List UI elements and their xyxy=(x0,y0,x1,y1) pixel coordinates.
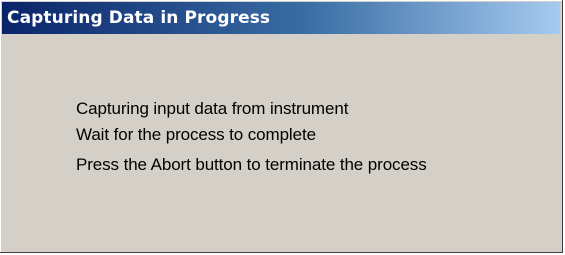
capture-progress-dialog: Capturing Data in Progress Capturing inp… xyxy=(0,0,563,253)
title-bar[interactable]: Capturing Data in Progress xyxy=(2,2,560,34)
window-title: Capturing Data in Progress xyxy=(7,8,271,28)
status-message-abort-hint: Press the Abort button to terminate the … xyxy=(76,155,427,174)
message-area: Capturing input data from instrument Wai… xyxy=(76,96,552,178)
status-message-capturing: Capturing input data from instrument xyxy=(76,99,349,118)
status-message-wait: Wait for the process to complete xyxy=(76,125,316,144)
